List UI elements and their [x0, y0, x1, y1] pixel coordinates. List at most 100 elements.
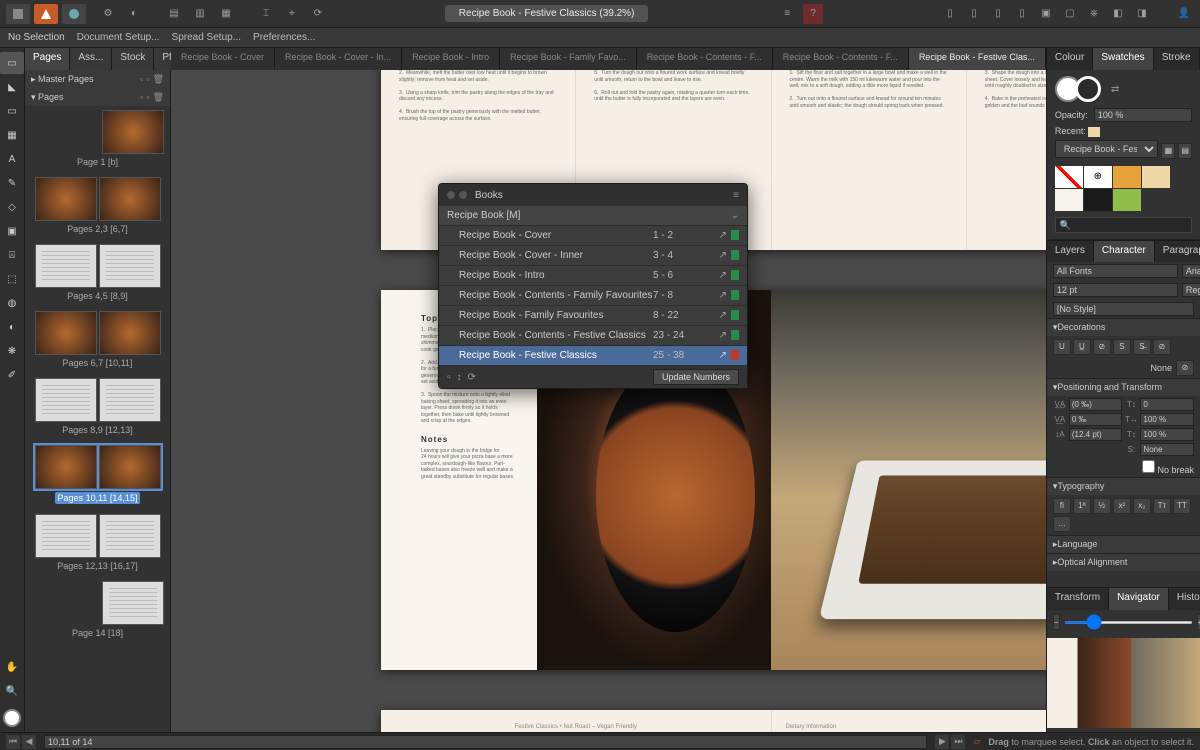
delete-page-icon[interactable]: 🗑	[153, 92, 164, 103]
stroke-tab[interactable]: Stroke	[1154, 48, 1200, 70]
stock-tab[interactable]: Stock	[112, 48, 154, 70]
node-tool-icon[interactable]: ◣	[0, 76, 24, 98]
font-style-select[interactable]	[1182, 283, 1200, 297]
baseline-icon[interactable]: ⌶	[256, 4, 276, 24]
font-size-input[interactable]	[1053, 283, 1178, 297]
doc-tab[interactable]: Recipe Book - Cover - In...	[275, 48, 402, 70]
swatch[interactable]	[1055, 189, 1083, 211]
chapter-open-icon[interactable]: ↗	[719, 290, 727, 301]
master-pages-header[interactable]: ▸ Master Pages ▫▫🗑	[25, 70, 170, 88]
typography-header[interactable]: ▾ Typography	[1047, 477, 1200, 495]
preflight-warning-icon[interactable]: ?	[803, 4, 823, 24]
allcaps-icon[interactable]: TT	[1173, 498, 1191, 514]
vector-crop-tool-icon[interactable]: ⬚	[0, 268, 24, 290]
history-tab[interactable]: History	[1169, 588, 1200, 610]
settings-icon[interactable]: ⚙	[98, 4, 118, 24]
page-thumb[interactable]: Pages 2,3 [6,7]	[31, 177, 164, 234]
strikethrough-icon[interactable]: S	[1113, 339, 1131, 355]
swatch-search-input[interactable]	[1055, 217, 1192, 233]
last-page-icon[interactable]: ⏭	[951, 735, 965, 749]
add-master-icon[interactable]: ▫	[140, 74, 143, 85]
recent-swatch[interactable]	[1088, 127, 1100, 137]
palette-select[interactable]: Recipe Book - Festive...	[1055, 140, 1159, 158]
book-chapter-row[interactable]: Recipe Book - Cover - Inner3 - 4↗	[439, 246, 747, 266]
arrange-front-icon[interactable]: ▯	[1012, 4, 1032, 24]
doc-tab[interactable]: Recipe Book - Cover	[171, 48, 275, 70]
more-page-icon[interactable]: ▫	[146, 92, 149, 103]
chapter-open-icon[interactable]: ↗	[719, 350, 727, 361]
table-tool-icon[interactable]: ▦	[0, 124, 24, 146]
chapter-open-icon[interactable]: ↗	[719, 310, 727, 321]
arrange-back-icon[interactable]: ▯	[940, 4, 960, 24]
page-thumb[interactable]: Pages 6,7 [10,11]	[31, 311, 164, 368]
transform-tab[interactable]: Transform	[1047, 588, 1109, 610]
opacity-input[interactable]	[1094, 108, 1192, 122]
ordinals-icon[interactable]: 1ª	[1073, 498, 1091, 514]
panel-menu-icon[interactable]: ≡	[733, 190, 739, 201]
show-wrap-icon[interactable]: ◨	[1132, 4, 1152, 24]
prev-page-icon[interactable]: ◀	[22, 735, 36, 749]
page-thumb[interactable]: Pages 4,5 [8,9]	[31, 244, 164, 301]
panel-close-icon[interactable]	[447, 191, 455, 199]
move-chapter-icon[interactable]: ↕	[457, 372, 462, 383]
next-page-icon[interactable]: ▶	[935, 735, 949, 749]
chapter-open-icon[interactable]: ↗	[719, 230, 727, 241]
fields-icon[interactable]: ≡	[777, 4, 797, 24]
books-panel[interactable]: Books ≡ Recipe Book [M] ⌄ Recipe Book - …	[438, 183, 748, 389]
nobreak-checkbox[interactable]: No break	[1142, 460, 1194, 475]
app-photo-icon[interactable]	[62, 4, 86, 24]
book-chapter-row[interactable]: Recipe Book - Contents - Festive Classic…	[439, 326, 747, 346]
hscale-input[interactable]	[1140, 413, 1194, 426]
page-thumb[interactable]: Pages 8,9 [12,13]	[31, 378, 164, 435]
swatch[interactable]	[1142, 166, 1170, 188]
character-style-select[interactable]	[1053, 302, 1194, 316]
update-numbers-button[interactable]: Update Numbers	[653, 369, 739, 385]
subscript-icon[interactable]: x₂	[1133, 498, 1151, 514]
view-tool-icon[interactable]: ✋	[0, 656, 24, 678]
zoom-in-icon[interactable]: +	[1197, 614, 1200, 630]
preferences-link[interactable]: Preferences...	[253, 32, 315, 43]
stamp-tool-icon[interactable]: ❋	[0, 340, 24, 362]
strike-color-icon[interactable]: ⊘	[1153, 339, 1171, 355]
book-chapter-row[interactable]: Recipe Book - Festive Classics25 - 38↗	[439, 346, 747, 366]
page-thumb[interactable]: Page 1 [b]	[31, 110, 164, 167]
align-left-icon[interactable]: ▤	[164, 4, 184, 24]
align-right-icon[interactable]: ▦	[216, 4, 236, 24]
link-icon[interactable]: ⟳	[308, 4, 328, 24]
doc-tab[interactable]: Recipe Book - Contents - F...	[637, 48, 773, 70]
book-chapter-row[interactable]: Recipe Book - Intro5 - 6↗	[439, 266, 747, 286]
double-strike-icon[interactable]: S̶	[1133, 339, 1151, 355]
character-tab[interactable]: Character	[1094, 241, 1155, 262]
delete-master-icon[interactable]: 🗑	[153, 74, 164, 85]
pages-tab[interactable]: Pages	[25, 48, 70, 70]
swatch-grid-icon[interactable]: ▦	[1161, 143, 1175, 159]
place-image-tool-icon[interactable]: ⍓	[0, 244, 24, 266]
book-chapter-row[interactable]: Recipe Book - Cover1 - 2↗	[439, 226, 747, 246]
swatch[interactable]: ⊕	[1084, 166, 1112, 188]
zoom-out-icon[interactable]: −	[1053, 614, 1060, 630]
decorations-header[interactable]: ▾ Decorations	[1047, 318, 1200, 336]
chapter-open-icon[interactable]: ↗	[719, 250, 727, 261]
swatch[interactable]	[1084, 189, 1112, 211]
transparency-tool-icon[interactable]: ◐	[0, 316, 24, 338]
doc-tab[interactable]: Recipe Book - Intro	[402, 48, 500, 70]
spread-setup-link[interactable]: Spread Setup...	[172, 32, 242, 43]
page-thumb[interactable]: Pages 12,13 [16,17]	[31, 514, 164, 571]
book-dropdown-icon[interactable]: ⌄	[731, 210, 739, 221]
account-icon[interactable]: 👤	[1174, 4, 1194, 24]
decoration-reset-icon[interactable]: ⊘	[1176, 360, 1194, 376]
picture-frame-tool-icon[interactable]: ▣	[0, 220, 24, 242]
underline-icon[interactable]: U	[1053, 339, 1071, 355]
more-icon[interactable]: ▫	[146, 74, 149, 85]
group-icon[interactable]: ▣	[1036, 4, 1056, 24]
shear-input[interactable]	[1140, 443, 1194, 456]
sync-chapter-icon[interactable]: ⟳	[468, 372, 476, 383]
artistic-text-tool-icon[interactable]: A	[0, 148, 24, 170]
colour-tab[interactable]: Colour	[1047, 48, 1093, 70]
layers-tab[interactable]: Layers	[1047, 241, 1094, 262]
positioning-header[interactable]: ▾ Positioning and Transform	[1047, 378, 1200, 396]
text-frame-tool-icon[interactable]: ▭	[0, 100, 24, 122]
panel-min-icon[interactable]	[459, 191, 467, 199]
chapter-open-icon[interactable]: ↗	[719, 330, 727, 341]
doc-tab[interactable]: Recipe Book - Contents - F...	[773, 48, 909, 70]
